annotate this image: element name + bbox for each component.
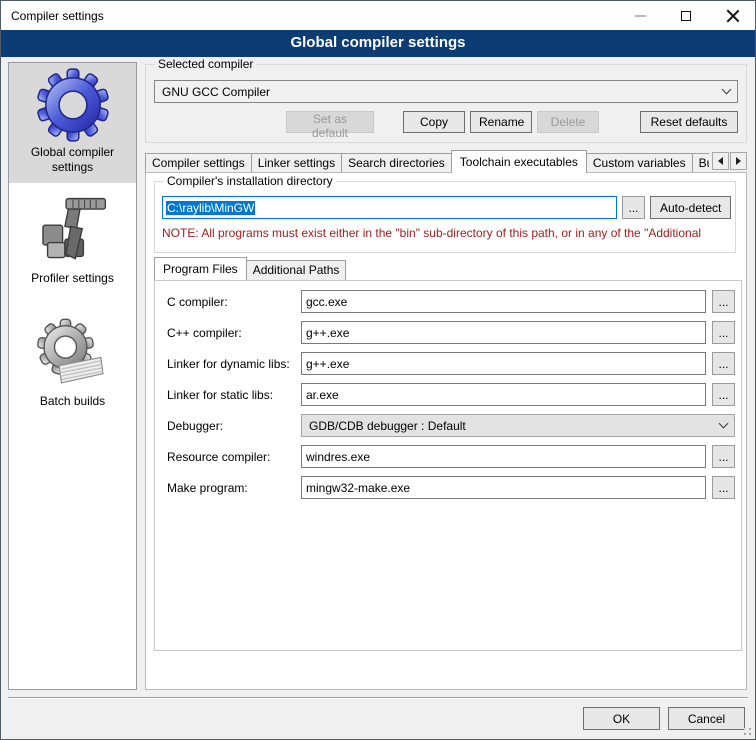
install-dir-note: NOTE: All programs must exist either in … (162, 226, 733, 240)
debugger-dropdown[interactable]: GDB/CDB debugger : Default (301, 414, 735, 437)
rename-button[interactable]: Rename (470, 111, 532, 133)
compiler-settings-window: Compiler settings Global compiler settin… (0, 0, 756, 740)
resize-grip[interactable] (749, 733, 751, 735)
gear-stack-icon (36, 317, 110, 391)
field-row-cpp-compiler: C++ compiler: ... (167, 321, 741, 344)
browse-make-program-button[interactable]: ... (712, 476, 735, 499)
c-compiler-input[interactable] (301, 290, 706, 313)
field-row-dynamic-linker: Linker for dynamic libs: ... (167, 352, 741, 375)
installation-directory-row: C:\raylib\MinGW ... Auto-detect (162, 196, 731, 219)
tab-build-options[interactable]: Build (692, 153, 709, 173)
settings-tabstrip: Compiler settings Linker settings Search… (145, 150, 747, 173)
field-label: C++ compiler: (167, 326, 301, 340)
dynamic-linker-input[interactable] (301, 352, 706, 375)
maximize-icon (681, 11, 691, 21)
tab-custom-variables[interactable]: Custom variables (586, 153, 693, 173)
sidebar-item-global-compiler-settings[interactable]: Global compiler settings (9, 63, 136, 183)
blue-gear-icon (36, 68, 110, 142)
field-row-make-program: Make program: ... (167, 476, 741, 499)
field-label: Debugger: (167, 419, 301, 433)
installation-directory-group: Compiler's installation directory C:\ray… (154, 181, 736, 253)
sidebar-item-label: Profiler settings (13, 271, 132, 286)
page-title: Global compiler settings (1, 30, 755, 57)
field-label: Linker for dynamic libs: (167, 357, 301, 371)
debugger-value: GDB/CDB debugger : Default (309, 419, 466, 433)
field-row-c-compiler: C compiler: ... (167, 290, 741, 313)
sidebar-item-label: Batch builds (13, 394, 132, 409)
window-title: Compiler settings (11, 9, 104, 23)
programs-tabstrip: Program Files Additional Paths (154, 257, 742, 280)
install-dir-input[interactable]: C:\raylib\MinGW (162, 196, 617, 219)
selected-compiler-group-label: Selected compiler (154, 57, 257, 71)
compiler-actions-row: Set as default Copy Rename Delete Reset … (154, 111, 738, 133)
close-icon (726, 9, 739, 22)
set-as-default-button: Set as default (286, 111, 374, 133)
static-linker-input[interactable] (301, 383, 706, 406)
field-label: Make program: (167, 481, 301, 495)
tab-toolchain-executables[interactable]: Toolchain executables (451, 150, 587, 173)
chevron-down-icon (719, 419, 729, 429)
installation-directory-group-label: Compiler's installation directory (163, 174, 337, 188)
browse-cpp-compiler-button[interactable]: ... (712, 321, 735, 344)
sidebar-item-label: Global compiler settings (13, 145, 132, 175)
sidebar-item-profiler-settings[interactable]: Profiler settings (9, 189, 136, 294)
field-label: C compiler: (167, 295, 301, 309)
field-label: Resource compiler: (167, 450, 301, 464)
maximize-button[interactable] (663, 1, 709, 30)
programs-notebook: Program Files Additional Paths C compile… (154, 257, 742, 651)
footer-separator (8, 697, 748, 699)
title-bar: Compiler settings (1, 1, 755, 30)
selected-compiler-value: GNU GCC Compiler (162, 85, 270, 99)
browse-static-linker-button[interactable]: ... (712, 383, 735, 406)
tab-linker-settings[interactable]: Linker settings (251, 153, 342, 173)
field-row-static-linker: Linker for static libs: ... (167, 383, 741, 406)
browse-resource-compiler-button[interactable]: ... (712, 445, 735, 468)
close-button[interactable] (709, 1, 755, 30)
copy-button[interactable]: Copy (403, 111, 465, 133)
tab-program-files[interactable]: Program Files (154, 257, 247, 280)
delete-button: Delete (537, 111, 599, 133)
browse-dynamic-linker-button[interactable]: ... (712, 352, 735, 375)
tab-scroll-left-button[interactable] (712, 152, 729, 170)
chevron-down-icon (722, 85, 732, 95)
selected-compiler-group: Selected compiler GNU GCC Compiler Set a… (145, 64, 747, 143)
arrow-left-icon (718, 157, 723, 165)
dialog-body: Global compiler settings Profiler settin… (1, 57, 755, 739)
auto-detect-button[interactable]: Auto-detect (650, 196, 731, 219)
install-dir-value: C:\raylib\MinGW (166, 201, 255, 215)
selected-compiler-dropdown[interactable]: GNU GCC Compiler (154, 80, 738, 103)
browse-c-compiler-button[interactable]: ... (712, 290, 735, 313)
resource-compiler-input[interactable] (301, 445, 706, 468)
sidebar-item-batch-builds[interactable]: Batch builds (9, 312, 136, 417)
browse-install-dir-button[interactable]: ... (622, 196, 645, 219)
reset-defaults-button[interactable]: Reset defaults (640, 111, 738, 133)
make-program-input[interactable] (301, 476, 706, 499)
tab-search-directories[interactable]: Search directories (341, 153, 452, 173)
cancel-button[interactable]: Cancel (668, 707, 745, 730)
caliper-icon (36, 194, 110, 268)
tabs-viewport: Compiler settings Linker settings Search… (145, 150, 709, 173)
field-row-resource-compiler: Resource compiler: ... (167, 445, 741, 468)
settings-sidebar: Global compiler settings Profiler settin… (8, 62, 137, 690)
tab-additional-paths[interactable]: Additional Paths (246, 260, 347, 280)
cpp-compiler-input[interactable] (301, 321, 706, 344)
tab-scroll-buttons (712, 152, 747, 170)
field-row-debugger: Debugger: GDB/CDB debugger : Default (167, 414, 741, 437)
field-label: Linker for static libs: (167, 388, 301, 402)
arrow-right-icon (736, 157, 741, 165)
tab-scroll-right-button[interactable] (730, 152, 747, 170)
minimize-icon (635, 15, 646, 17)
minimize-button[interactable] (617, 1, 663, 30)
tab-compiler-settings[interactable]: Compiler settings (145, 153, 252, 173)
ok-button[interactable]: OK (583, 707, 660, 730)
program-files-page: C compiler: ... C++ compiler: ... Linker… (154, 280, 742, 651)
toolchain-executables-page: Compiler's installation directory C:\ray… (145, 172, 747, 690)
window-controls (617, 1, 755, 30)
